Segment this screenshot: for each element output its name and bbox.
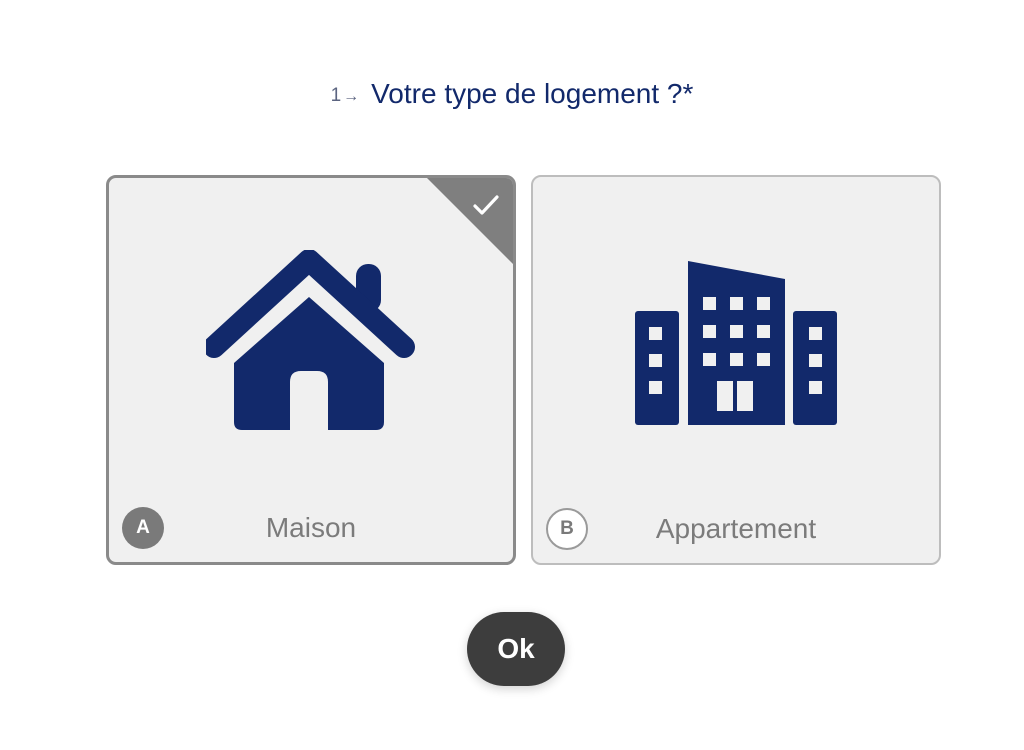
question-number-value: 1 xyxy=(330,85,342,106)
checkmark-icon xyxy=(473,195,499,215)
arrow-icon: → xyxy=(343,88,360,105)
choice-label-maison: Maison xyxy=(265,512,357,543)
choice-label-appartement: Appartement xyxy=(655,513,817,544)
ok-button[interactable]: Ok xyxy=(467,612,565,686)
question-heading: 1 → Votre type de logement ?* xyxy=(0,76,1024,115)
choice-maison[interactable]: A Maison xyxy=(106,175,516,565)
building-icon xyxy=(635,261,837,425)
choice-appartement[interactable]: B Appartement xyxy=(531,175,941,565)
house-icon xyxy=(206,250,415,430)
question-text: Votre type de logement ?* xyxy=(371,78,694,109)
question-number: 1 → xyxy=(331,85,360,106)
form-page: 1 → Votre type de logement ?* A Maison B… xyxy=(0,0,1024,750)
